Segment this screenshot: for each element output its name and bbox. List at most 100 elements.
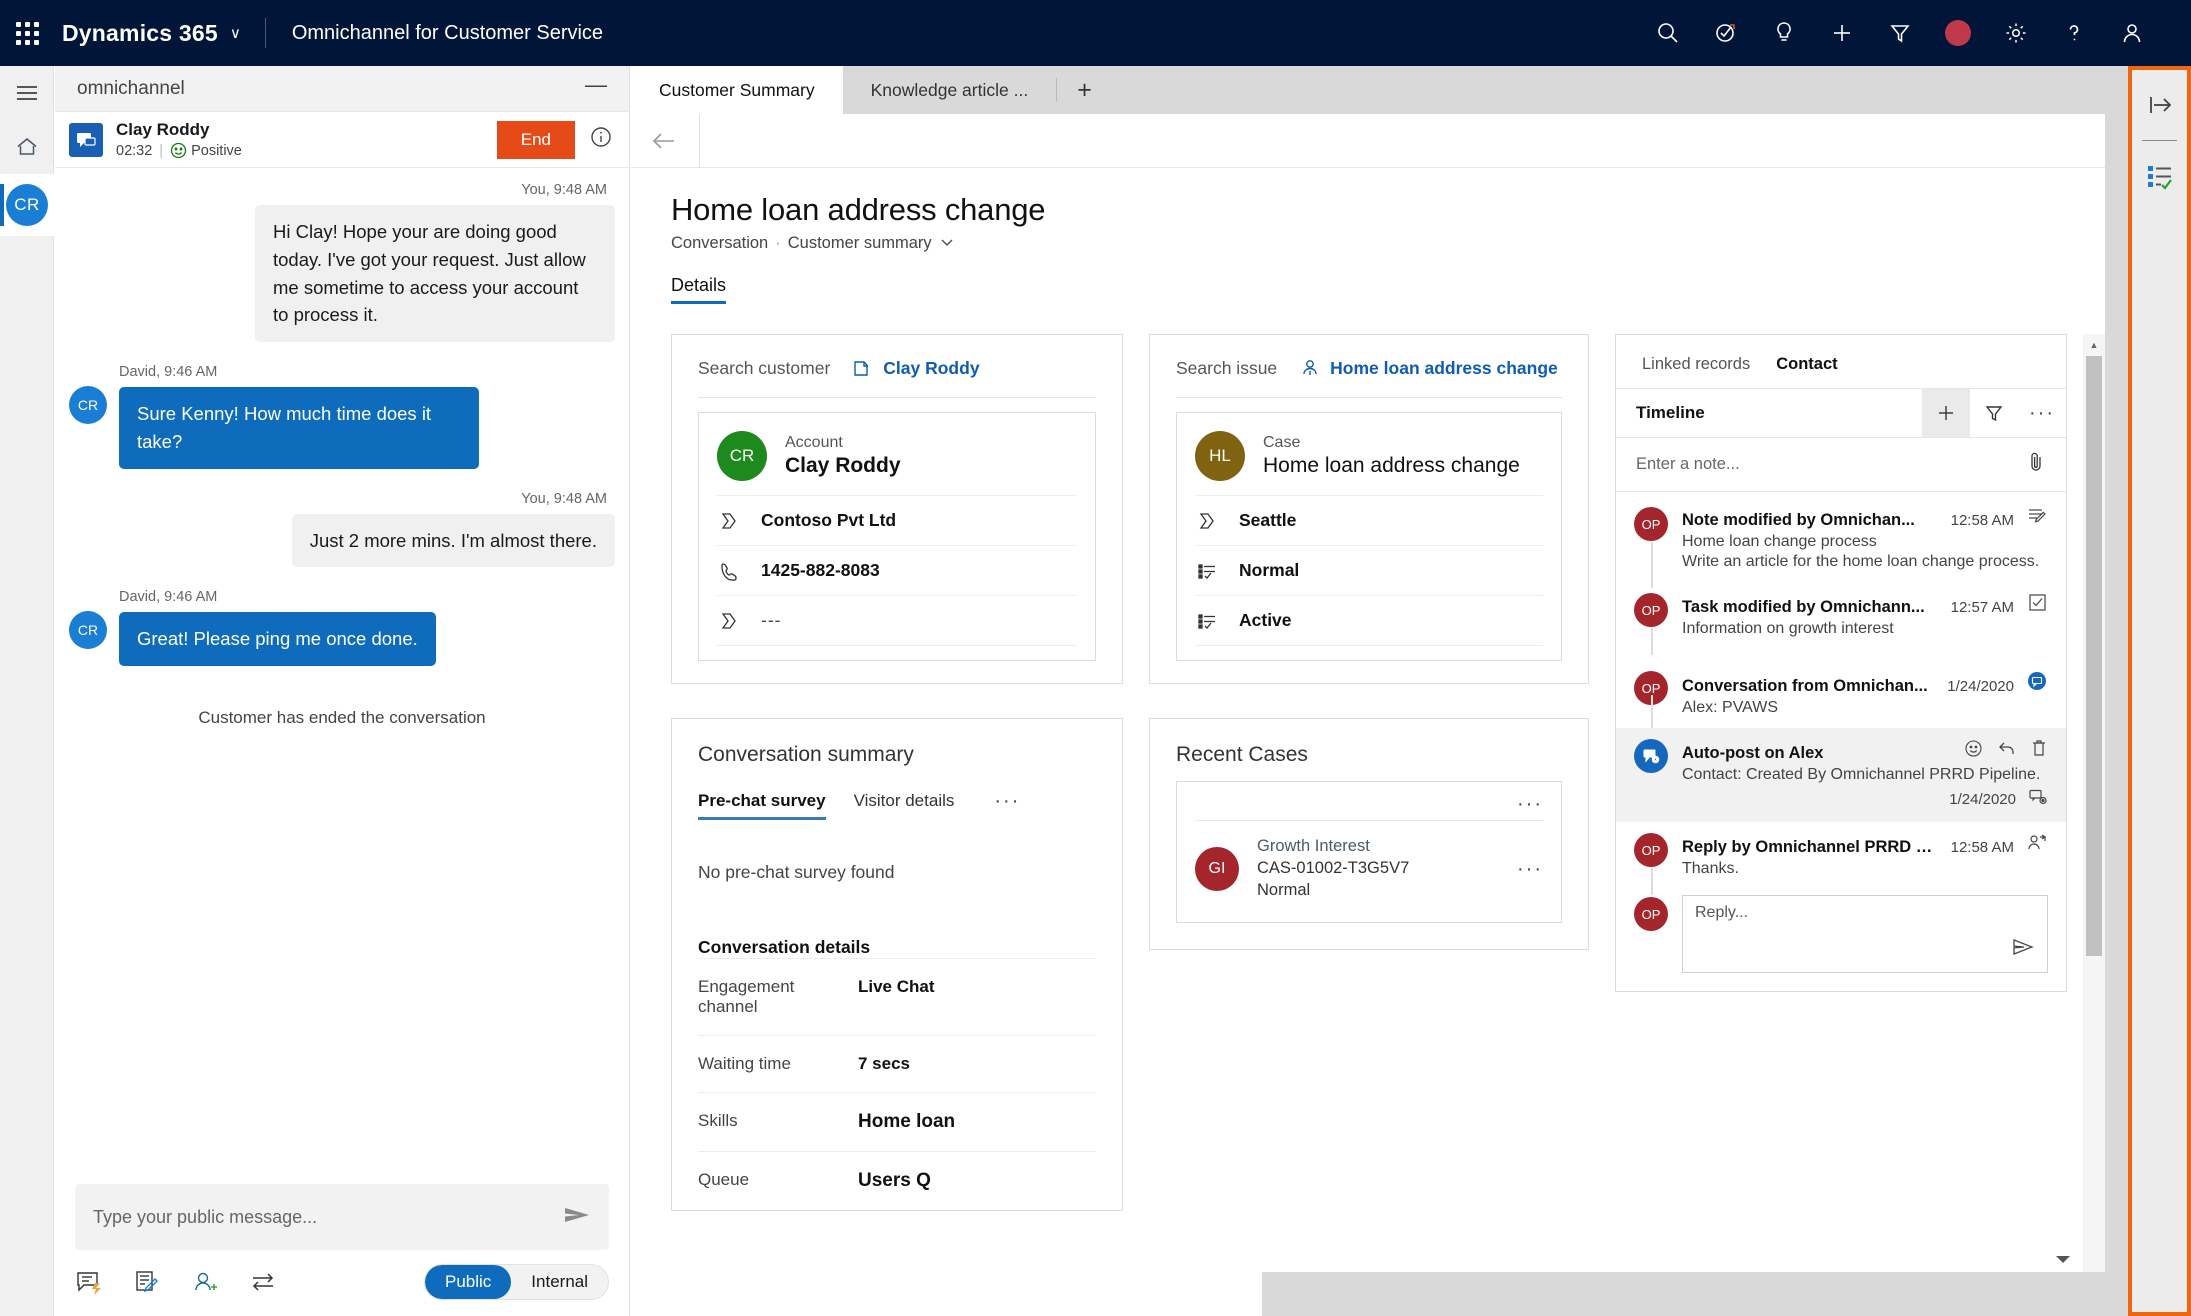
record-header: Home loan address change Conversation · … xyxy=(631,168,2105,253)
breadcrumb-separator: · xyxy=(775,234,781,252)
timeline-more-button[interactable]: ··· xyxy=(2018,389,2066,437)
send-icon[interactable] xyxy=(2011,937,2035,962)
assistant-icon[interactable] xyxy=(1697,0,1755,66)
public-internal-toggle[interactable]: Public Internal xyxy=(423,1264,609,1300)
add-agent-icon[interactable] xyxy=(191,1269,219,1295)
case-title: Growth Interest xyxy=(1257,837,1370,855)
list-item[interactable]: GI Growth Interest CAS-01002-T3G5V7 Norm… xyxy=(1177,821,1561,922)
search-icon[interactable] xyxy=(1639,0,1697,66)
detail-value: Home loan xyxy=(858,1111,956,1132)
conversation-summary-tabs: Pre-chat survey Visitor details ··· xyxy=(672,767,1122,820)
tab-pre-chat-survey[interactable]: Pre-chat survey xyxy=(698,791,826,820)
lightbulb-icon[interactable] xyxy=(1755,0,1813,66)
detail-value: 7 secs xyxy=(858,1054,910,1073)
scrollbar-thumb[interactable] xyxy=(2086,356,2102,956)
timeline-context-tabs: Linked records Contact xyxy=(1616,335,2066,388)
scroll-up-arrow[interactable]: ▲ xyxy=(2083,334,2105,356)
timeline-item[interactable]: Auto-post on Alex Contact: Created By Om… xyxy=(1616,728,2066,822)
user-icon[interactable] xyxy=(2103,0,2161,66)
case-record-link[interactable]: Home loan address change xyxy=(1299,357,1558,379)
reply-icon[interactable] xyxy=(1997,739,2016,763)
toggle-public[interactable]: Public xyxy=(424,1265,512,1299)
tab-contact[interactable]: Contact xyxy=(1776,355,1837,374)
send-icon[interactable] xyxy=(563,1205,591,1230)
timeline-item-subject: Conversation from Omnichan... xyxy=(1682,677,1928,695)
toggle-internal[interactable]: Internal xyxy=(511,1265,608,1299)
column-customer: Search customer Clay Roddy CR Account Cl… xyxy=(671,334,1123,1211)
timeline-item[interactable]: OP Reply by Omnichannel PRRD Pipeline 12… xyxy=(1616,822,2066,895)
filter-icon[interactable] xyxy=(1871,0,1929,66)
timeline-item-header: Auto-post on Alex xyxy=(1682,739,2048,763)
timeline-item-subject: Task modified by Omnichann... xyxy=(1682,598,1925,616)
timeline-reply-box[interactable]: Reply... xyxy=(1682,895,2048,973)
top-navigation-bar: Dynamics 365 ∨ Omnichannel for Customer … xyxy=(0,0,2191,66)
timeline-item[interactable]: OP Note modified by Omnichan... 12:58 AM xyxy=(1616,496,2066,588)
chat-channel-icon xyxy=(69,122,103,157)
agent-scripts-button[interactable] xyxy=(2132,141,2187,211)
note-edit-icon[interactable] xyxy=(133,1269,161,1295)
phone-icon xyxy=(717,561,743,581)
transfer-icon[interactable] xyxy=(249,1269,277,1295)
chevron-down-icon[interactable] xyxy=(939,234,955,253)
timeline-filter-button[interactable] xyxy=(1970,389,2018,437)
status-bar-expand-icon[interactable] xyxy=(2043,1246,2083,1272)
timeline-item-body: Task modified by Omnichann... 12:57 AM I… xyxy=(1682,593,2048,638)
overflow-menu-icon[interactable]: ··· xyxy=(1517,794,1543,814)
chevron-down-icon[interactable]: ∨ xyxy=(230,24,241,42)
timeline-item[interactable]: OP Task modified by Omnichann... 12:57 A… xyxy=(1616,582,2066,655)
tab-customer-summary[interactable]: Customer Summary xyxy=(631,66,843,114)
site-map-button[interactable] xyxy=(0,66,54,120)
help-icon[interactable] xyxy=(2045,0,2103,66)
timeline-item[interactable]: OP Conversation from Omnichan... 1/24/20… xyxy=(1616,649,2066,734)
app-launcher-button[interactable] xyxy=(0,21,54,45)
presence-icon[interactable] xyxy=(1929,0,1987,66)
back-button[interactable] xyxy=(631,130,699,152)
emoji-icon[interactable] xyxy=(1964,739,1983,763)
case-field-value: Active xyxy=(1239,610,1292,630)
tab-details[interactable]: Details xyxy=(671,275,727,304)
timeline-note-row[interactable] xyxy=(1616,438,2066,492)
tab-linked-records[interactable]: Linked records xyxy=(1642,355,1750,374)
minimize-icon[interactable]: — xyxy=(585,73,607,104)
expand-pane-button[interactable] xyxy=(2132,70,2187,140)
task-checkbox-icon xyxy=(2026,593,2048,612)
customer-record-link-label: Clay Roddy xyxy=(883,357,980,378)
overflow-menu-icon[interactable]: ··· xyxy=(994,791,1020,811)
detail-value: Users Q xyxy=(858,1170,931,1191)
message-input[interactable] xyxy=(93,1206,553,1228)
quick-reply-icon[interactable] xyxy=(75,1269,103,1295)
form-tabs: Details xyxy=(631,275,2105,304)
case-field-row: Normal xyxy=(1195,545,1543,595)
customer-record-link[interactable]: Clay Roddy xyxy=(852,357,980,379)
form-scrollbar[interactable]: ▲ ▼ xyxy=(2083,334,2105,1316)
customer-summary-card: Search customer Clay Roddy CR Account Cl… xyxy=(671,334,1123,684)
timeline-add-button[interactable] xyxy=(1922,389,1970,437)
row-overflow-menu-icon[interactable]: ··· xyxy=(1517,859,1543,879)
compose-box[interactable] xyxy=(75,1184,609,1250)
end-conversation-button[interactable]: End xyxy=(496,120,575,159)
customer-field-row: --- xyxy=(717,595,1077,645)
record-type-label: Account xyxy=(785,434,843,451)
case-record-card: HL Case Home loan address change Seattle xyxy=(1176,412,1562,661)
delete-icon[interactable] xyxy=(2030,739,2048,763)
gear-icon[interactable] xyxy=(1987,0,2045,66)
add-tab-button[interactable]: + xyxy=(1057,66,1112,114)
timeline-item-subject: Reply by Omnichannel PRRD Pipeline xyxy=(1682,838,1941,856)
message-timestamp: David, 9:46 AM xyxy=(119,589,218,606)
info-icon[interactable] xyxy=(589,125,613,154)
open-record-icon xyxy=(854,361,869,376)
tab-visitor-details[interactable]: Visitor details xyxy=(854,791,955,820)
tab-knowledge-article[interactable]: Knowledge article ... xyxy=(843,66,1057,114)
message-timestamp: You, 9:48 AM xyxy=(521,182,607,198)
attachment-icon[interactable] xyxy=(2026,451,2046,478)
timeline-note-input[interactable] xyxy=(1636,455,2026,474)
form-content: Search customer Clay Roddy CR Account Cl… xyxy=(631,334,2105,1316)
overflow-menu-icon: ··· xyxy=(2029,402,2055,424)
add-icon[interactable] xyxy=(1813,0,1871,66)
avatar: CR xyxy=(69,386,107,424)
list-icon xyxy=(1195,561,1221,581)
home-button[interactable] xyxy=(0,120,54,174)
case-field-row: Active xyxy=(1195,595,1543,645)
session-item-clay-roddy[interactable]: CR xyxy=(0,174,54,236)
message-row: CR David, 9:46 AM Sure Kenny! How much t… xyxy=(69,364,615,469)
